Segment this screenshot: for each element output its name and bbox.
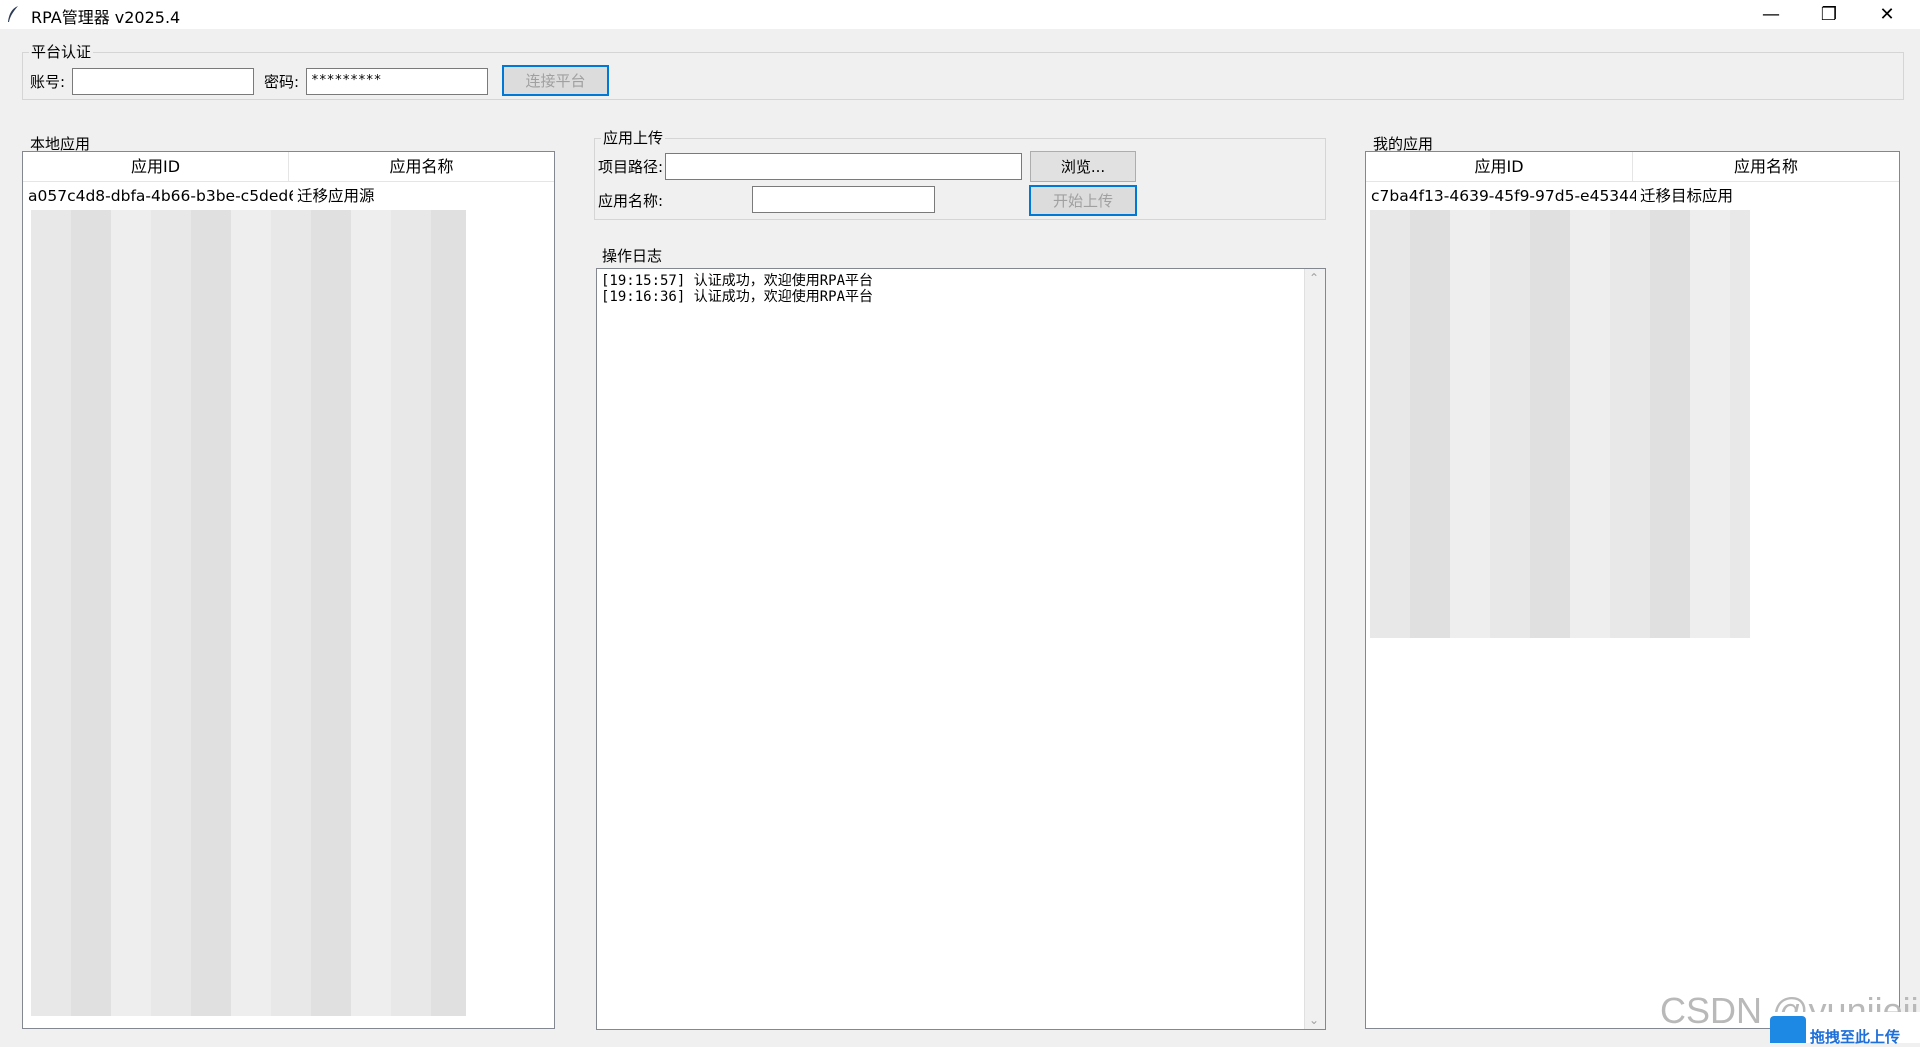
- local-apps-header: 应用ID 应用名称: [23, 152, 554, 182]
- password-field[interactable]: *********: [306, 68, 488, 95]
- my-apps-table[interactable]: 应用ID 应用名称 c7ba4f13-4639-45f9-97d5-e45344…: [1365, 151, 1900, 1029]
- minimize-button[interactable]: —: [1742, 0, 1800, 29]
- drop-hint: 拖拽至此上传: [1810, 1028, 1901, 1046]
- column-app-id[interactable]: 应用ID: [1366, 152, 1633, 181]
- column-app-name[interactable]: 应用名称: [1633, 152, 1899, 181]
- upload-icon: [1770, 1016, 1806, 1043]
- row-app-id: a057c4d8-dbfa-4b66-b3be-c5ded6: [28, 187, 293, 205]
- log-line: [19:16:36] 认证成功，欢迎使用RPA平台: [601, 289, 874, 305]
- app-name-field[interactable]: [752, 186, 935, 213]
- scroll-down-icon[interactable]: ⌄: [1309, 1013, 1319, 1027]
- column-app-name[interactable]: 应用名称: [289, 152, 554, 181]
- log-line: [19:15:57] 认证成功，欢迎使用RPA平台: [601, 273, 874, 289]
- auth-group-title: 平台认证: [29, 43, 94, 61]
- maximize-button[interactable]: ❐: [1800, 0, 1858, 29]
- connect-button[interactable]: 连接平台: [502, 65, 609, 96]
- upload-button[interactable]: 开始上传: [1029, 185, 1137, 216]
- password-label: 密码:: [264, 73, 300, 91]
- redacted-rows: [1370, 210, 1750, 638]
- close-button[interactable]: ✕: [1858, 0, 1916, 29]
- redacted-rows: [31, 210, 466, 1016]
- drop-upload-badge[interactable]: 拖拽至此上传: [1770, 1012, 1920, 1046]
- feather-icon: [8, 6, 18, 22]
- title-bar: RPA管理器 v2025.4 — ❐ ✕: [0, 0, 1920, 29]
- scroll-up-icon[interactable]: ⌃: [1309, 271, 1319, 285]
- window-title: RPA管理器 v2025.4: [31, 8, 181, 27]
- row-app-id: c7ba4f13-4639-45f9-97d5-e453447: [1371, 187, 1636, 205]
- local-apps-table[interactable]: 应用ID 应用名称 a057c4d8-dbfa-4b66-b3be-c5ded6…: [22, 151, 555, 1029]
- table-row[interactable]: c7ba4f13-4639-45f9-97d5-e453447 迁移目标应用: [1366, 182, 1899, 210]
- project-path-label: 项目路径:: [598, 158, 664, 176]
- browse-button[interactable]: 浏览...: [1030, 151, 1136, 182]
- my-apps-header: 应用ID 应用名称: [1366, 152, 1899, 182]
- row-app-name: 迁移应用源: [297, 187, 375, 205]
- account-field[interactable]: [72, 68, 254, 95]
- upload-group-title: 应用上传: [601, 129, 666, 147]
- table-row[interactable]: a057c4d8-dbfa-4b66-b3be-c5ded6 迁移应用源: [23, 182, 554, 210]
- log-textbox[interactable]: [19:15:57] 认证成功，欢迎使用RPA平台 [19:16:36] 认证成…: [596, 268, 1326, 1030]
- account-label: 账号:: [30, 73, 66, 91]
- auth-group: 平台认证: [22, 43, 1904, 100]
- project-path-field[interactable]: [665, 153, 1022, 180]
- log-scrollbar[interactable]: ⌃ ⌄: [1304, 269, 1325, 1029]
- log-group-title: 操作日志: [600, 247, 665, 265]
- column-app-id[interactable]: 应用ID: [23, 152, 289, 181]
- app-name-label: 应用名称:: [598, 192, 664, 210]
- row-app-name: 迁移目标应用: [1640, 187, 1734, 205]
